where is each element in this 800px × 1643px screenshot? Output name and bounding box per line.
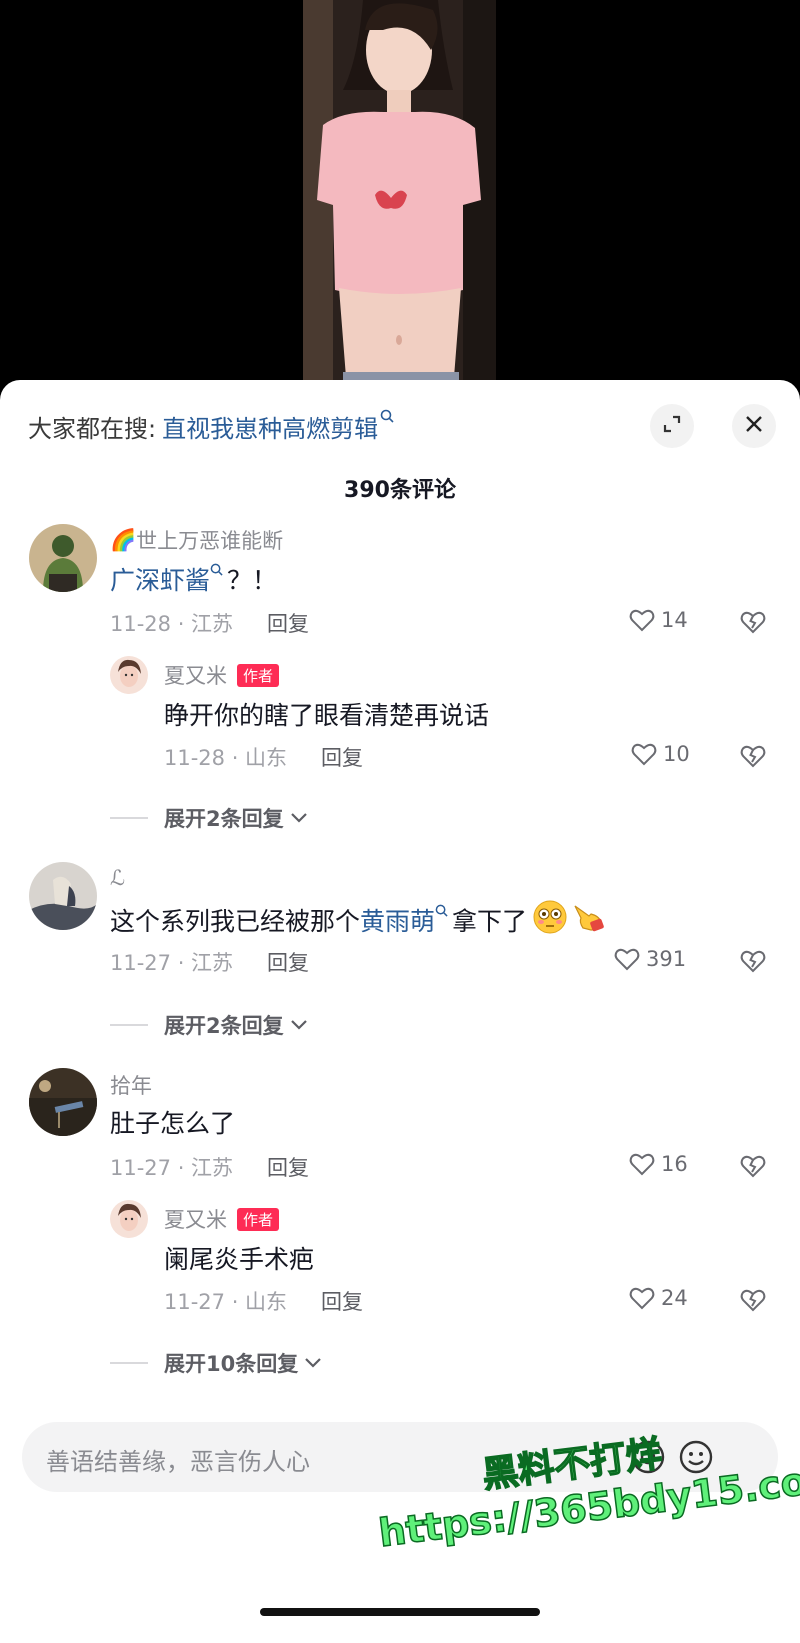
search-icon [210, 563, 223, 580]
like-button[interactable]: 24 [629, 1286, 688, 1310]
expand-replies-button[interactable]: 展开2条回复 [110, 803, 308, 833]
comment-text: 肚子怎么了 [110, 1109, 236, 1138]
expand-replies-label: 展开10条回复 [164, 1352, 299, 1376]
reply-username[interactable]: 夏又米 作者 [164, 660, 280, 690]
dislike-button[interactable] [740, 1154, 766, 1182]
comment-text-suffix: ？！ [227, 566, 278, 595]
reply-meta: 11-27 · 山东 回复 [164, 1286, 363, 1316]
close-button[interactable] [732, 404, 776, 448]
reply-avatar[interactable] [110, 656, 148, 694]
broken-heart-icon [740, 1155, 766, 1178]
expand-replies-label: 展开2条回复 [164, 1014, 284, 1038]
expand-icon [661, 413, 683, 439]
expand-divider [110, 817, 148, 819]
like-button[interactable]: 14 [629, 608, 688, 632]
heart-icon [629, 609, 655, 632]
reply-text: 阑尾炎手术疤 [164, 1245, 315, 1274]
heart-icon [629, 1153, 655, 1176]
avatar[interactable] [29, 524, 97, 592]
comment-meta: 11-28 · 江苏 回复 [110, 608, 309, 638]
comment-text-suffix: 拿下了 [452, 907, 528, 936]
username-text: 世上万恶谁能断 [136, 529, 284, 553]
reply-date-location: 11-27 · 山东 [164, 1290, 288, 1314]
flushed-emoji [533, 900, 567, 940]
author-badge: 作者 [237, 1207, 280, 1231]
home-indicator [260, 1608, 540, 1616]
search-icon [380, 409, 394, 427]
reply-text: 睁开你的瞎了眼看清楚再说话 [164, 701, 490, 730]
author-badge: 作者 [237, 663, 280, 687]
chevron-down-icon [290, 813, 307, 823]
username-text: 夏又米 [164, 664, 227, 688]
reply-button[interactable]: 回复 [267, 947, 309, 977]
like-count: 391 [646, 947, 687, 971]
reply-button[interactable]: 回复 [321, 1286, 363, 1316]
like-button[interactable]: 16 [629, 1152, 688, 1176]
avatar[interactable] [29, 1068, 97, 1136]
broken-heart-icon [740, 745, 766, 768]
dislike-button[interactable] [740, 610, 766, 638]
broken-heart-icon [740, 611, 766, 634]
reply-meta: 11-28 · 山东 回复 [164, 742, 363, 772]
trending-search-term[interactable]: 直视我崽种高燃剪辑 [162, 409, 378, 444]
expand-replies-label: 展开2条回复 [164, 807, 284, 831]
username-text: 夏又米 [164, 1208, 227, 1232]
expand-divider [110, 1024, 148, 1026]
like-count: 24 [661, 1286, 688, 1310]
reply-avatar[interactable] [110, 1200, 148, 1238]
heart-icon [629, 1287, 655, 1310]
chevron-down-icon [305, 1358, 322, 1368]
dislike-button[interactable] [740, 949, 766, 977]
comment-meta: 11-27 · 江苏 回复 [110, 947, 309, 977]
expand-replies-button[interactable]: 展开10条回复 [110, 1348, 322, 1378]
comment-username[interactable]: 🌈 世上万恶谁能断 [110, 525, 283, 555]
reply-button[interactable]: 回复 [321, 742, 363, 772]
rainbow-emoji: 🌈 [110, 527, 137, 552]
comment-date-location: 11-27 · 江苏 [110, 951, 234, 975]
expand-divider [110, 1362, 148, 1364]
pointing-hand-emoji [569, 902, 605, 938]
video-thumbnail [303, 0, 496, 390]
video-player[interactable] [0, 0, 800, 390]
like-count: 14 [661, 608, 688, 632]
comment-text-prefix: 这个系列我已经被那个 [110, 907, 361, 936]
chevron-down-icon [290, 1020, 307, 1030]
comment-date-location: 11-27 · 江苏 [110, 1156, 234, 1180]
reply-username[interactable]: 夏又米 作者 [164, 1204, 280, 1234]
avatar[interactable] [29, 862, 97, 930]
comment-date-location: 11-28 · 江苏 [110, 612, 234, 636]
close-icon [744, 414, 764, 438]
reply-button[interactable]: 回复 [267, 1152, 309, 1182]
like-count: 10 [663, 742, 690, 766]
comment-username[interactable]: ℒ [110, 866, 125, 890]
comment-count-title: 390条评论 [344, 478, 456, 503]
like-button[interactable]: 391 [614, 947, 686, 971]
comment-username[interactable]: 拾年 [110, 1070, 152, 1100]
comment-meta: 11-27 · 江苏 回复 [110, 1152, 309, 1182]
like-button[interactable]: 10 [631, 742, 690, 766]
heart-icon [614, 948, 640, 971]
heart-icon [631, 743, 657, 766]
expand-replies-button[interactable]: 展开2条回复 [110, 1010, 308, 1040]
comment-text: 广深虾酱 ？！ [110, 561, 277, 597]
reply-button[interactable]: 回复 [267, 608, 309, 638]
comment-link[interactable]: 广深虾酱 [110, 561, 210, 597]
reply-date-location: 11-28 · 山东 [164, 746, 288, 770]
expand-button[interactable] [650, 404, 694, 448]
dislike-button[interactable] [740, 744, 766, 772]
comment-text: 这个系列我已经被那个 黄雨萌 拿下了 [110, 900, 605, 940]
trending-search-prefix: 大家都在搜: [28, 414, 157, 443]
search-icon [435, 904, 448, 921]
like-count: 16 [661, 1152, 688, 1176]
broken-heart-icon [740, 1289, 766, 1312]
comment-link[interactable]: 黄雨萌 [360, 902, 435, 938]
dislike-button[interactable] [740, 1288, 766, 1316]
broken-heart-icon [740, 950, 766, 973]
trending-search[interactable]: 大家都在搜: 直视我崽种高燃剪辑 [28, 404, 394, 448]
comment-input[interactable]: 善语结善缘，恶言伤人心 [46, 1442, 310, 1477]
